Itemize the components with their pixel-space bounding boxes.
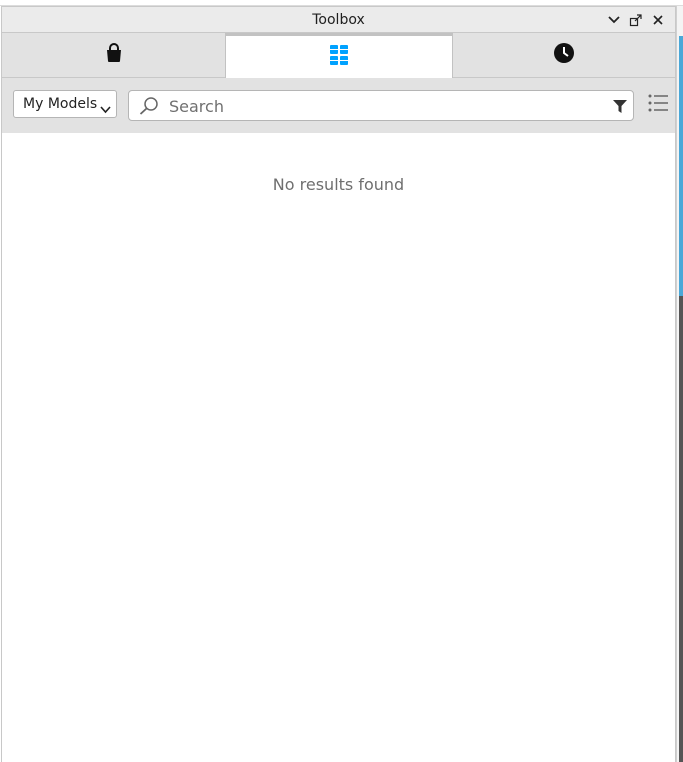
undock-icon[interactable] xyxy=(628,12,644,28)
adjacent-panel-dark xyxy=(679,296,683,762)
adjacent-panel-accent xyxy=(679,36,683,296)
inventory-grid-icon xyxy=(330,45,348,69)
chevron-down-icon[interactable] xyxy=(606,12,622,28)
category-dropdown-label: My Models xyxy=(23,96,98,112)
search-toolbar: My Models xyxy=(2,78,675,133)
recent-clock-icon xyxy=(554,43,574,67)
empty-results-message: No results found xyxy=(272,175,405,194)
toolbox-panel: Toolbox My Models Search No results foun… xyxy=(1,6,676,762)
marketplace-bag-icon xyxy=(105,43,123,67)
panel-title: Toolbox xyxy=(312,12,365,28)
filter-icon[interactable] xyxy=(613,99,627,118)
tab-marketplace[interactable] xyxy=(2,33,225,77)
tab-bar xyxy=(2,33,675,78)
results-area: No results found xyxy=(2,133,675,761)
search-box xyxy=(128,90,634,121)
close-icon[interactable] xyxy=(650,12,666,28)
chevron-down-icon xyxy=(100,99,111,118)
title-bar: Toolbox xyxy=(2,6,675,33)
tab-inventory[interactable] xyxy=(225,33,453,78)
tab-recent[interactable] xyxy=(453,33,675,77)
category-dropdown[interactable]: My Models xyxy=(13,90,117,118)
search-input[interactable] xyxy=(169,95,589,117)
search-icon xyxy=(139,97,159,119)
list-view-icon[interactable] xyxy=(648,93,668,117)
